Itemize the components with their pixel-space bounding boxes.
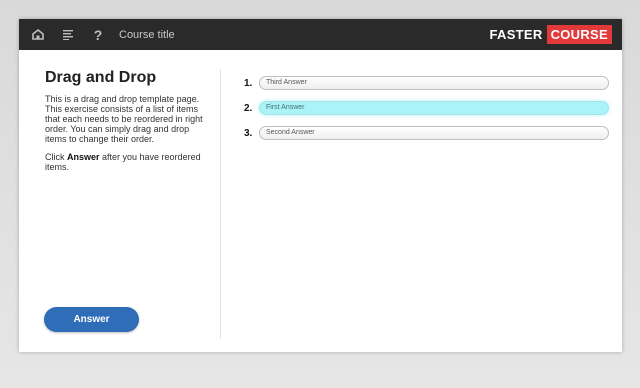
item-number: 2.	[244, 102, 253, 114]
draggable-answer[interactable]: Second Answer	[259, 126, 609, 140]
answer-button-label: Answer	[73, 314, 110, 325]
draggable-answer-active[interactable]: First Answer	[259, 101, 609, 115]
item-number: 1.	[244, 77, 253, 89]
list-menu-icon[interactable]	[57, 24, 79, 46]
drag-drop-list: 1. Third Answer 2. First Answer 3. Secon…	[244, 75, 609, 150]
help-label: ?	[93, 26, 103, 43]
help-icon[interactable]: ?	[87, 24, 109, 46]
faster-course-logo: FASTER COURSE	[489, 25, 612, 44]
page-title: Drag and Drop	[45, 69, 157, 86]
logo-text-course: COURSE	[546, 25, 612, 44]
list-item: 3. Second Answer	[244, 125, 609, 141]
answer-button[interactable]: Answer	[44, 307, 139, 332]
instruction-answer-word: Answer	[67, 152, 100, 162]
intro-panel: Drag and Drop This is a drag and drop te…	[45, 69, 210, 180]
column-divider	[220, 69, 221, 339]
instruction-prefix: Click	[45, 152, 67, 162]
instruction-paragraph: Click Answer after you have reordered it…	[45, 152, 210, 172]
draggable-answer[interactable]: Third Answer	[259, 76, 609, 90]
list-item: 1. Third Answer	[244, 75, 609, 91]
course-frame: ? Course title FASTER COURSE Drag and Dr…	[19, 19, 622, 352]
intro-paragraph: This is a drag and drop template page. T…	[45, 94, 203, 144]
item-number: 3.	[244, 127, 253, 139]
home-icon[interactable]	[27, 24, 49, 46]
course-title: Course title	[119, 28, 175, 41]
list-item: 2. First Answer	[244, 100, 609, 116]
top-bar: ? Course title FASTER COURSE	[19, 19, 622, 50]
logo-text-faster: FASTER	[489, 27, 543, 42]
